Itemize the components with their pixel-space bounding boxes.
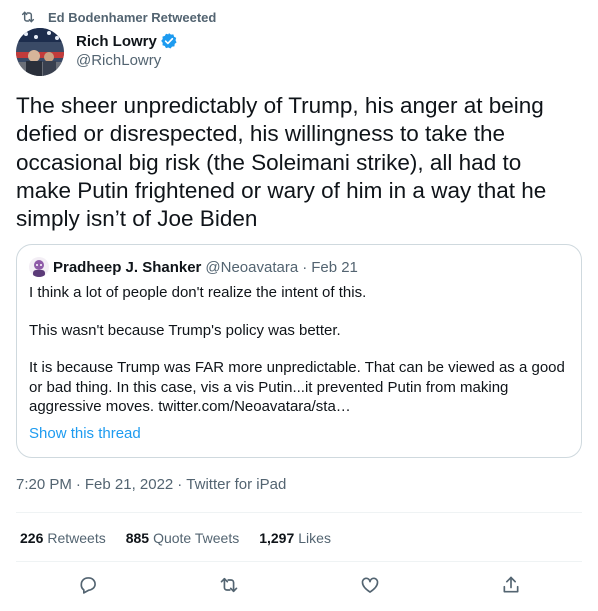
author-handle[interactable]: @RichLowry xyxy=(76,52,178,69)
quote-tweets-stat[interactable]: 885 Quote Tweets xyxy=(126,530,240,546)
divider xyxy=(16,512,582,513)
quote-paragraph: It is because Trump was FAR more unpredi… xyxy=(29,359,565,415)
quote-tweets-label: Quote Tweets xyxy=(153,530,240,546)
like-icon[interactable] xyxy=(359,574,381,596)
show-thread-link[interactable]: Show this thread xyxy=(29,425,569,442)
tweet-author: Rich Lowry @RichLowry xyxy=(16,28,178,76)
meta-separator: · xyxy=(75,476,81,493)
action-bar xyxy=(0,574,598,600)
likes-label: Likes xyxy=(298,530,331,546)
retweet-banner-text: Ed Bodenhamer Retweeted xyxy=(48,9,217,25)
tweet-meta: 7:20 PM · Feb 21, 2022 · Twitter for iPa… xyxy=(16,476,286,493)
tweet-time[interactable]: 7:20 PM xyxy=(16,476,72,493)
meta-separator: · xyxy=(177,476,183,493)
share-icon[interactable] xyxy=(500,574,522,596)
divider xyxy=(16,561,582,562)
retweets-label: Retweets xyxy=(47,530,106,546)
retweet-icon xyxy=(20,9,36,25)
author-display-name[interactable]: Rich Lowry xyxy=(76,33,157,50)
quote-date: Feb 21 xyxy=(311,258,358,276)
retweet-icon[interactable] xyxy=(218,574,240,596)
quote-handle: @Neoavatara xyxy=(205,258,299,276)
retweets-count: 226 xyxy=(20,530,44,546)
quote-display-name: Pradheep J. Shanker xyxy=(53,258,202,276)
quote-tweets-count: 885 xyxy=(125,530,150,546)
likes-count: 1,297 xyxy=(259,530,295,546)
quoted-tweet[interactable]: Pradheep J. Shanker @Neoavatara · Feb 21… xyxy=(16,244,582,458)
quote-separator: · xyxy=(302,258,308,276)
tweet-text: The sheer unpredictably of Trump, his an… xyxy=(16,93,547,232)
quote-avatar xyxy=(29,257,49,277)
tweet-date[interactable]: Feb 21, 2022 xyxy=(85,476,173,493)
engagement-stats: 226 Retweets 885 Quote Tweets 1,297 Like… xyxy=(20,530,351,546)
retweet-banner[interactable]: Ed Bodenhamer Retweeted xyxy=(20,8,216,26)
reply-icon[interactable] xyxy=(77,574,99,596)
avatar[interactable] xyxy=(16,28,64,76)
verified-badge-icon xyxy=(160,32,178,50)
tweet-source[interactable]: Twitter for iPad xyxy=(186,476,286,493)
likes-stat[interactable]: 1,297 Likes xyxy=(259,530,331,546)
retweets-stat[interactable]: 226 Retweets xyxy=(20,530,106,546)
quote-body: I think a lot of people don't realize th… xyxy=(29,283,569,417)
quote-paragraph: This wasn't because Trump's policy was b… xyxy=(29,321,341,339)
quote-paragraph: I think a lot of people don't realize th… xyxy=(29,284,367,301)
